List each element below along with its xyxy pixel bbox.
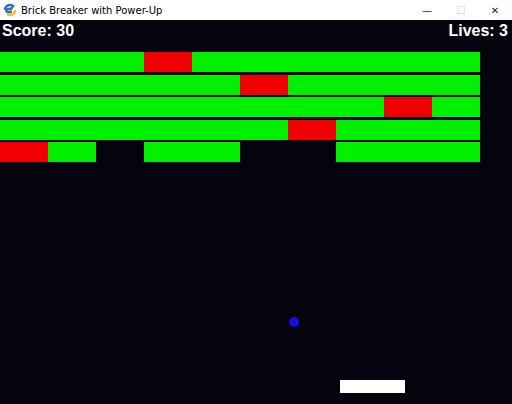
brick <box>336 142 384 162</box>
brick <box>0 142 48 162</box>
window-control-button[interactable]: ☐ <box>444 0 478 20</box>
brick <box>96 75 144 95</box>
window-control-button[interactable]: ✕ <box>478 0 512 20</box>
brick <box>48 75 96 95</box>
brick <box>432 120 480 140</box>
brick <box>144 142 192 162</box>
brick <box>192 120 240 140</box>
brick <box>384 142 432 162</box>
brick <box>288 52 336 72</box>
ball <box>289 317 299 327</box>
brick <box>0 97 48 117</box>
brick <box>336 97 384 117</box>
empty-brick-slot <box>96 142 144 162</box>
brick <box>384 97 432 117</box>
window-control-button[interactable]: — <box>410 0 444 20</box>
brick <box>336 120 384 140</box>
brick <box>432 97 480 117</box>
brick <box>336 75 384 95</box>
brick <box>432 52 480 72</box>
empty-brick-slot <box>240 142 288 162</box>
brick <box>0 120 48 140</box>
brick <box>336 52 384 72</box>
brick <box>192 52 240 72</box>
brick <box>144 75 192 95</box>
brick <box>384 120 432 140</box>
brick <box>432 142 480 162</box>
brick <box>96 120 144 140</box>
brick <box>144 97 192 117</box>
brick-wall <box>0 52 512 162</box>
score-label: Score: 30 <box>2 21 74 41</box>
brick <box>288 120 336 140</box>
hud: Score: 30 Lives: 3 <box>0 20 512 41</box>
brick <box>288 97 336 117</box>
brick <box>288 75 336 95</box>
brick <box>192 75 240 95</box>
brick <box>48 97 96 117</box>
brick <box>240 75 288 95</box>
brick <box>48 120 96 140</box>
game-window: Brick Breaker with Power-Up—☐✕Score: 30L… <box>0 0 512 404</box>
empty-brick-slot <box>288 142 336 162</box>
brick <box>96 97 144 117</box>
title-bar: Brick Breaker with Power-Up—☐✕ <box>0 0 512 20</box>
brick <box>144 52 192 72</box>
window-controls: —☐✕ <box>410 0 512 20</box>
brick <box>192 97 240 117</box>
brick <box>240 120 288 140</box>
python-snake-icon <box>2 2 18 18</box>
brick <box>240 52 288 72</box>
lives-label: Lives: 3 <box>448 21 508 41</box>
brick <box>432 75 480 95</box>
brick <box>48 52 96 72</box>
brick <box>240 97 288 117</box>
brick <box>0 75 48 95</box>
game-canvas: Score: 30 Lives: 3 <box>0 20 512 404</box>
window-title: Brick Breaker with Power-Up <box>21 5 407 16</box>
brick <box>384 75 432 95</box>
brick <box>192 142 240 162</box>
brick <box>96 52 144 72</box>
brick <box>0 52 48 72</box>
paddle[interactable] <box>340 380 405 393</box>
brick <box>384 52 432 72</box>
brick <box>144 120 192 140</box>
brick <box>48 142 96 162</box>
